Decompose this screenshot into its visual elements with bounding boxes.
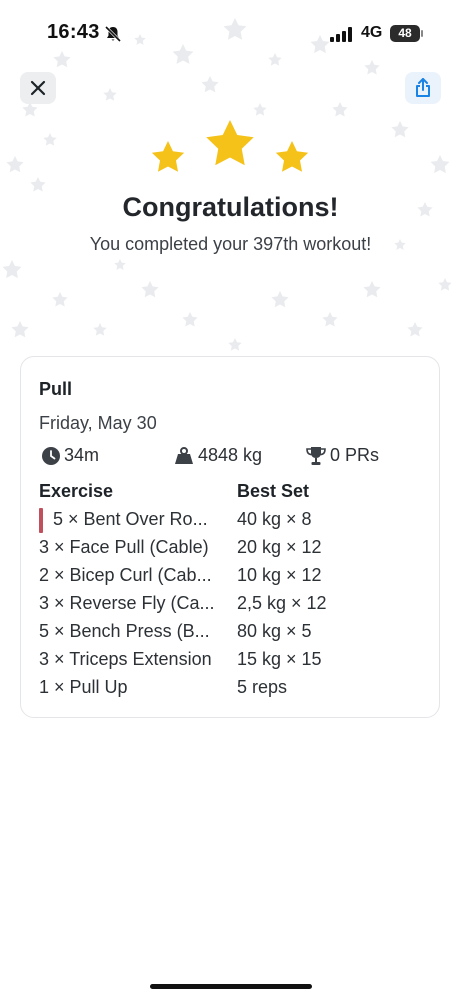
exercise-row: 5 × Bench Press (B... 80 kg × 5 bbox=[21, 617, 439, 645]
best-set-column-header: Best Set bbox=[237, 481, 310, 501]
best-set: 80 kg × 5 bbox=[237, 621, 312, 641]
exercise-row: 3 × Face Pull (Cable) 20 kg × 12 bbox=[21, 533, 439, 561]
exercise-list: 5 × Bent Over Ro... 40 kg × 8 3 × Face P… bbox=[21, 505, 439, 701]
weight-icon bbox=[175, 446, 193, 464]
clock-icon bbox=[42, 446, 60, 465]
workout-summary-card: Pull Friday, May 30 34m 4848 kg 0 PRs Ex… bbox=[20, 356, 440, 718]
exercise-row: 5 × Bent Over Ro... 40 kg × 8 bbox=[21, 505, 439, 533]
status-bar: 16:43 4G 48 bbox=[0, 0, 461, 60]
volume-stat: 4848 kg bbox=[173, 445, 262, 466]
close-button[interactable] bbox=[20, 72, 56, 104]
share-button[interactable] bbox=[405, 72, 441, 104]
battery-indicator: 48 bbox=[390, 25, 420, 42]
bell-muted-icon bbox=[104, 25, 122, 43]
exercise-row: 2 × Bicep Curl (Cab... 10 kg × 12 bbox=[21, 561, 439, 589]
workout-name: Pull bbox=[39, 379, 73, 399]
best-set: 2,5 kg × 12 bbox=[237, 593, 327, 613]
prs-stat: 0 PRs bbox=[305, 445, 379, 466]
exercise-name: 5 × Bench Press (B... bbox=[39, 621, 210, 641]
exercise-name: 2 × Bicep Curl (Cab... bbox=[39, 565, 212, 585]
exercise-name: 3 × Triceps Extension bbox=[39, 649, 212, 669]
star-icon bbox=[206, 120, 254, 166]
battery-cap bbox=[421, 30, 423, 37]
best-set: 20 kg × 12 bbox=[237, 537, 322, 557]
exercise-column-header: Exercise bbox=[39, 481, 114, 501]
best-set: 40 kg × 8 bbox=[237, 509, 312, 529]
rating-stars bbox=[151, 120, 309, 172]
exercise-name: 5 × Bent Over Ro... bbox=[53, 509, 208, 529]
signal-icon bbox=[330, 27, 352, 42]
exercise-name: 3 × Face Pull (Cable) bbox=[39, 537, 209, 557]
volume-value: 4848 kg bbox=[198, 445, 263, 465]
exercise-row: 1 × Pull Up 5 reps bbox=[21, 673, 439, 701]
congrats-subtitle: You completed your 397th workout! bbox=[89, 234, 372, 254]
superset-marker bbox=[39, 508, 43, 533]
prs-value: 0 PRs bbox=[330, 445, 380, 465]
congrats-title: Congratulations! bbox=[122, 192, 339, 222]
best-set: 5 reps bbox=[237, 677, 288, 697]
best-set: 10 kg × 12 bbox=[237, 565, 322, 585]
exercise-row: 3 × Triceps Extension 15 kg × 15 bbox=[21, 645, 439, 673]
exercise-name: 3 × Reverse Fly (Ca... bbox=[39, 593, 215, 613]
home-indicator[interactable] bbox=[150, 984, 312, 989]
duration-stat: 34m bbox=[41, 445, 99, 466]
exercise-name: 1 × Pull Up bbox=[39, 677, 128, 697]
duration-value: 34m bbox=[64, 445, 100, 465]
close-icon bbox=[30, 80, 46, 96]
share-icon bbox=[416, 78, 430, 97]
workout-date: Friday, May 30 bbox=[39, 413, 157, 433]
trophy-icon bbox=[306, 446, 326, 465]
network-type: 4G bbox=[361, 24, 383, 41]
star-icon bbox=[151, 141, 185, 172]
star-icon bbox=[275, 141, 309, 172]
exercise-row: 3 × Reverse Fly (Ca... 2,5 kg × 12 bbox=[21, 589, 439, 617]
best-set: 15 kg × 15 bbox=[237, 649, 322, 669]
status-time: 16:43 bbox=[47, 21, 100, 43]
